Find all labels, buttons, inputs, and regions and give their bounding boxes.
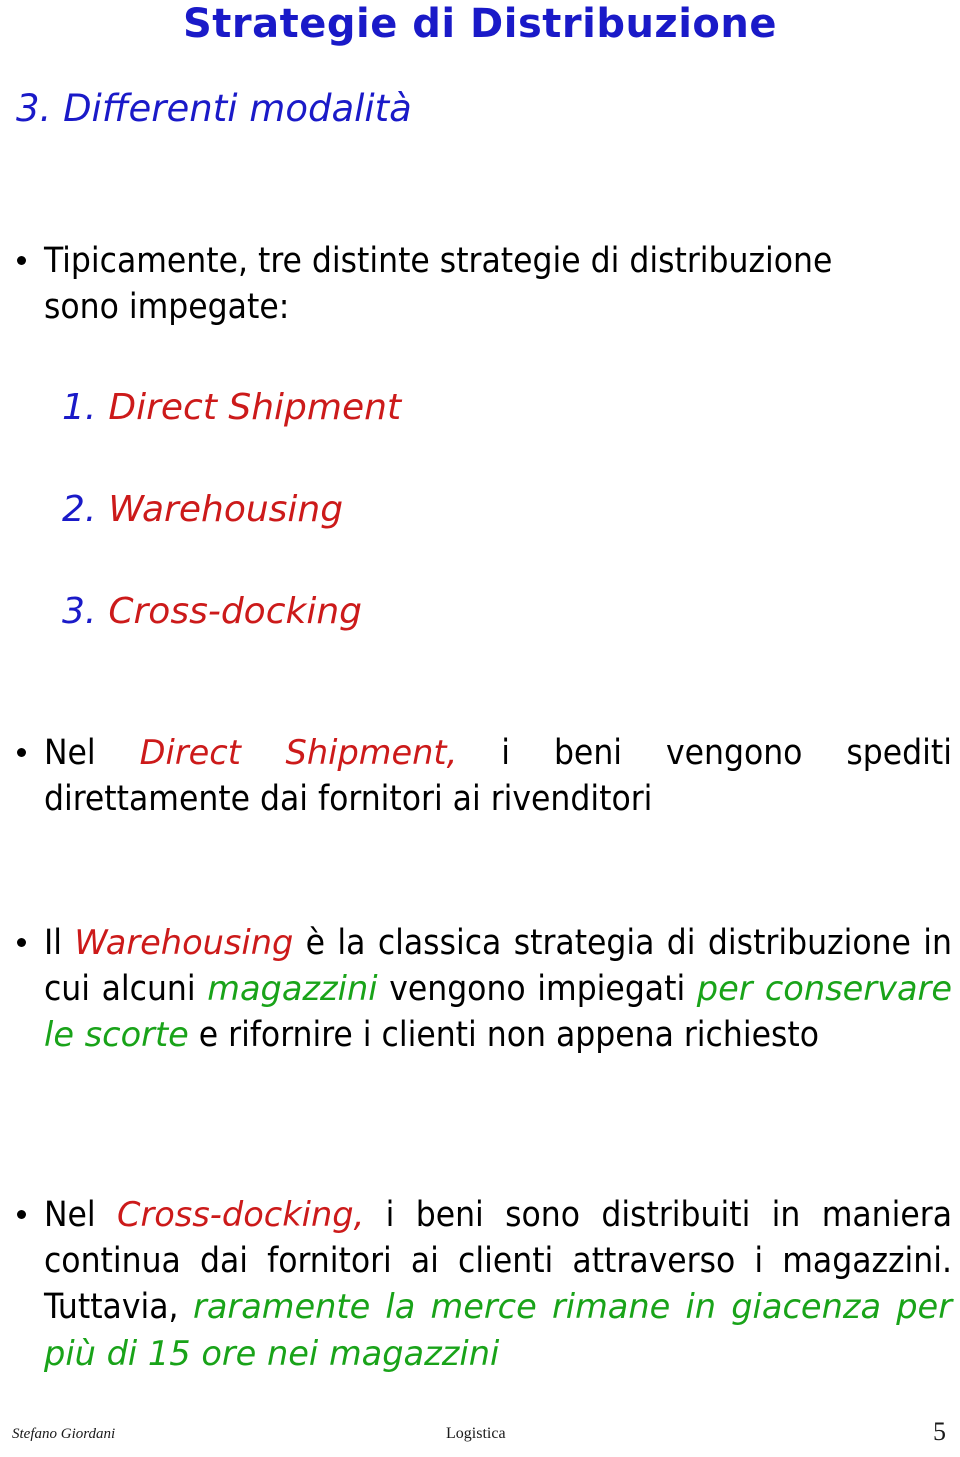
list-item: Il Warehousing è la classica strategia d… [14,920,952,1059]
footer-page-number: 5 [933,1417,946,1446]
section-heading: 3. Differenti modalità [16,87,412,130]
text-segment: Nel [44,733,140,773]
text-segment: e rifornire i clienti non appena richies… [188,1015,819,1056]
page-title: Strategie di Distribuzione [182,1,778,47]
strategy-label: Warehousing [108,489,344,530]
slide-footer: Stefano Giordani Logistica 5 [0,1415,960,1446]
bullet-dot-icon [17,748,26,758]
paragraph-warehousing: Il Warehousing è la classica strategia d… [14,920,952,1059]
intro-line-2: sono impegate: [44,287,290,328]
strategy-item-2: 2. Warehousing [62,490,762,530]
footer-author: Stefano Giordani [12,1426,116,1442]
text-segment: Nel [44,1195,118,1235]
emphasis-direct-shipment: Direct Shipment, [139,733,458,772]
intro-line-1: Tipicamente, tre distinte strategie di d… [44,241,833,281]
strategy-label: Cross-docking [108,591,363,632]
emphasis-cross-docking: Cross-docking, [117,1195,365,1234]
text-segment: vengono impiegati [377,969,697,1010]
slide-canvas: Strategie di Distribuzione 3. Differenti… [0,0,960,1457]
paragraph-direct-shipment: Nel Direct Shipment, i beni vengono sped… [14,730,952,822]
list-item: Tipicamente, tre distinte strategie di d… [14,238,952,330]
text-segment: Il [44,923,75,963]
list-item: 3. Cross-docking [62,592,762,632]
bullet-dot-icon [17,1210,26,1220]
strategy-number: 3. [62,591,97,632]
bullet-dot-icon [17,938,26,948]
list-item: Nel Cross-docking, i beni sono distribui… [14,1192,952,1377]
list-item: Nel Direct Shipment, i beni vengono sped… [14,730,952,822]
list-item: 2. Warehousing [62,490,762,530]
paragraph-cross-docking: Nel Cross-docking, i beni sono distribui… [14,1192,952,1377]
list-item: 1. Direct Shipment [62,388,762,428]
strategy-label: Direct Shipment [108,387,402,428]
strategy-item-1: 1. Direct Shipment [62,388,762,428]
strategy-number: 1. [62,387,97,428]
intro-bullet-block: Tipicamente, tre distinte strategie di d… [14,238,952,330]
strategy-item-3: 3. Cross-docking [62,592,762,632]
emphasis-magazzini: magazzini [207,969,378,1009]
emphasis-warehousing: Warehousing [74,923,294,962]
strategy-number: 2. [62,489,97,530]
bullet-dot-icon [17,256,26,266]
footer-course: Logistica [446,1425,506,1442]
